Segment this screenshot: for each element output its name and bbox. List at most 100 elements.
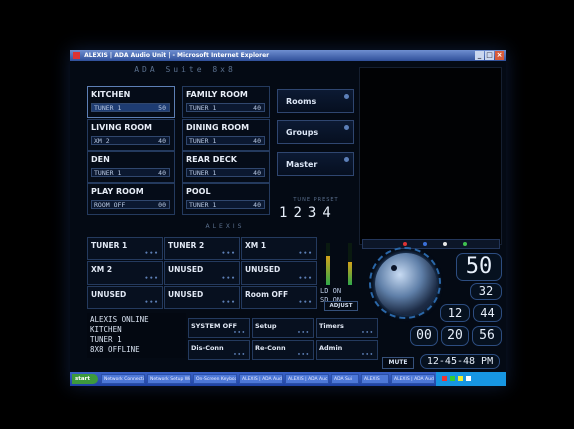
status-line: 8X8 OFFLINE [90,345,140,354]
room-name: DEN [91,155,110,164]
mute-button[interactable]: MUTE [382,357,414,369]
source-unused-button[interactable]: UNUSED ••• [164,285,240,309]
indicator-icon [344,125,349,130]
taskbar-item[interactable]: ALEXIS | ADA Auc [285,374,329,384]
indicator-icon [344,157,349,162]
led-icon [403,242,407,246]
preset-3-button[interactable]: 3 [308,205,316,221]
tray-icon[interactable] [466,376,471,381]
tune-preset-label: TUNE PRESET [293,197,339,203]
taskbar-item[interactable]: ADA Sui [331,374,359,384]
room-source: ROOM OFF 00 [91,200,170,209]
adjust-button[interactable]: ADJUST [324,301,358,311]
bass-display: 32 [470,283,502,300]
status-line: KITCHEN [90,325,122,334]
source-xm-1-button[interactable]: XM 1 ••• [241,237,317,261]
room-living-room[interactable]: LIVING ROOM XM 2 40 [87,119,175,151]
room-volume: 40 [253,201,261,209]
room-dining-room[interactable]: DINING ROOM TUNER 1 40 [182,119,270,151]
balance-display: 44 [473,304,502,322]
status-line: ALEXIS ONLINE [90,315,149,324]
system-off-button[interactable]: SYSTEM OFF ••• [188,318,250,338]
room-name: PLAY ROOM [91,187,144,196]
source-grid: TUNER 1 ••• TUNER 2 ••• XM 1 ••• XM 2 ••• UN… [87,237,317,309]
taskbar-item[interactable]: Network Connections [101,374,145,384]
source-unused-button[interactable]: UNUSED ••• [164,261,240,285]
source-xm-2-button[interactable]: XM 2 ••• [87,261,163,285]
tray-icon[interactable] [450,376,455,381]
rooms-button[interactable]: Rooms [277,89,354,113]
minimize-button[interactable]: _ [475,51,484,60]
room-source: TUNER 1 40 [186,103,265,112]
taskbar-item[interactable]: ALEXIS | ADA Aud [391,374,435,384]
alexis-brand: ALEXIS [205,223,245,230]
setup-button[interactable]: Setup ••• [252,318,314,338]
level-meter-left [326,243,330,285]
taskbar-item[interactable]: On-Screen Keyboard [193,374,237,384]
room-name: KITCHEN [91,90,131,99]
groups-button[interactable]: Groups [277,120,354,144]
clock-display: 12-45-48 PM [420,354,500,369]
taskbar-item[interactable]: ALEXIS [361,374,389,384]
tray-icon[interactable] [458,376,463,381]
room-pool[interactable]: POOL TUNER 1 40 [182,183,270,215]
preset-1-button[interactable]: 1 [279,205,287,221]
room-volume: 40 [253,137,261,145]
source-unused-button[interactable]: UNUSED ••• [87,285,163,309]
indicator-icon [344,94,349,99]
preset-buttons: 1 2 3 4 [279,205,331,221]
start-button[interactable]: start [72,374,98,384]
source-unused-button[interactable]: UNUSED ••• [241,261,317,285]
disconnect-button[interactable]: Dis-Conn ••• [188,340,250,360]
led-icon [443,242,447,246]
ie-icon [73,52,80,59]
reconnect-button[interactable]: Re-Conn ••• [252,340,314,360]
system-tray [436,372,506,386]
room-source: TUNER 1 40 [186,168,265,177]
led-icon [423,242,427,246]
room-name: FAMILY ROOM [186,90,248,99]
rooms-label: Rooms [286,97,317,106]
room-volume: 40 [253,104,261,112]
tray-icon[interactable] [442,376,447,381]
preset-4-button[interactable]: 4 [322,205,330,221]
window-title: ALEXIS | ADA Audio Unit | - Microsoft In… [84,52,270,59]
maximize-button[interactable]: □ [485,51,494,60]
room-source: TUNER 1 40 [186,200,265,209]
knob-pointer-icon [391,265,397,271]
knob-ring [369,247,441,319]
monitor-screen: ALEXIS | ADA Audio Unit | - Microsoft In… [70,50,506,386]
room-name: DINING ROOM [186,123,250,132]
room-family-room[interactable]: FAMILY ROOM TUNER 1 40 [182,86,270,118]
room-rear-deck[interactable]: REAR DECK TUNER 1 40 [182,151,270,183]
source-room-off-button[interactable]: Room OFF ••• [241,285,317,309]
timers-button[interactable]: Timers ••• [316,318,378,338]
treble-display: 12 [440,304,470,322]
alexis-app: ADA Suite 8x8 KITCHEN TUNER 1 50 FAMILY R… [70,61,506,372]
suite-logo: ADA Suite 8x8 [134,65,236,74]
master-button[interactable]: Master [277,152,354,176]
room-volume: 00 [158,201,166,209]
room-name: POOL [186,187,211,196]
status-console: ALEXIS ONLINE KITCHEN TUNER 1 8X8 OFFLIN… [87,313,186,358]
video-panel [359,67,502,245]
led-indicator-bar [362,239,500,249]
room-play-room[interactable]: PLAY ROOM ROOM OFF 00 [87,183,175,215]
source-tuner-2-button[interactable]: TUNER 2 ••• [164,237,240,261]
room-volume: 50 [158,104,166,112]
room-source: XM 2 40 [91,136,170,145]
status-line: TUNER 1 [90,335,122,344]
volume-knob[interactable] [369,247,441,319]
admin-button[interactable]: Admin ••• [316,340,378,360]
close-button[interactable]: × [495,51,504,60]
room-source: TUNER 1 40 [186,136,265,145]
room-volume: 40 [158,169,166,177]
taskbar-item[interactable]: Network Setup Wiz [147,374,191,384]
level-meter-right [348,243,352,285]
preset-2-button[interactable]: 2 [293,205,301,221]
room-den[interactable]: DEN TUNER 1 40 [87,151,175,183]
taskbar-item[interactable]: ALEXIS | ADA Aud [239,374,283,384]
source-tuner-1-button[interactable]: TUNER 1 ••• [87,237,163,261]
volume-display: 50 [456,253,502,281]
room-kitchen[interactable]: KITCHEN TUNER 1 50 [87,86,175,118]
